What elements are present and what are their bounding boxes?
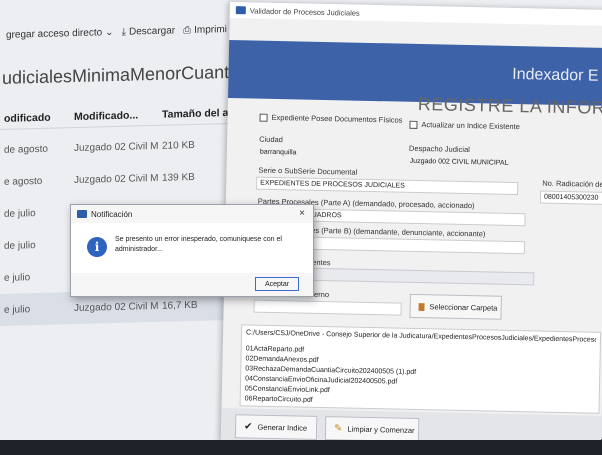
notebook-field[interactable] (253, 299, 402, 316)
select-folder-button[interactable]: ▇ Seleccionar Carpeta (409, 293, 502, 320)
filing-number-label: No. Radicación del (542, 178, 602, 189)
court-label: Despacho Judicial (408, 143, 470, 155)
row-date: de julio (4, 239, 36, 252)
row-modified-by: Juzgado 02 Civil Mi (74, 300, 158, 314)
checkbox-box (259, 113, 268, 122)
folder-path: C:/Users/CSJ/OneDrive - Consejo Superior… (246, 329, 597, 344)
city-field[interactable]: barranquilla (257, 146, 397, 162)
column-modified-by[interactable]: Modificado... (70, 108, 158, 123)
window-title: Validador de Procesos Judiciales (249, 5, 360, 18)
dialog-body: i Se presento un error inesperado, comun… (71, 223, 313, 273)
file-listbox[interactable]: C:/Users/CSJ/OneDrive - Consejo Superior… (239, 324, 602, 414)
printer-icon: ⎙ (183, 24, 192, 36)
column-size[interactable]: Tamaño del ar... (158, 106, 238, 120)
checkbox-box (409, 120, 418, 129)
select-folder-label: Seleccionar Carpeta (429, 301, 498, 313)
series-label: Serie o SubSerie Documental (258, 165, 358, 177)
print-label: Imprimi (194, 23, 227, 36)
print-button[interactable]: ⎙ Imprimi (183, 24, 227, 36)
generate-index-label: Generar Indice (257, 422, 308, 433)
generate-index-button[interactable]: ✔ Generar Indice (234, 414, 318, 440)
physical-docs-checkbox[interactable]: Expediente Posee Documentos Físicos (259, 112, 403, 125)
add-shortcut-label: gregar acceso directo (6, 26, 103, 41)
update-index-checkbox[interactable]: Actualizar un Indice Existente (409, 120, 520, 131)
notification-dialog: Notificación × i Se presento un error in… (70, 204, 314, 297)
row-modified-by: Juzgado 02 Civil Mi (74, 172, 158, 186)
series-field[interactable]: EXPEDIENTES DE PROCESOS JUDICIALES (256, 176, 519, 196)
broom-icon: ✎ (333, 422, 343, 434)
row-date: e agosto (4, 175, 43, 188)
app-icon (77, 210, 87, 218)
folder-icon: ▇ (418, 301, 425, 311)
row-date: e julio (4, 303, 31, 316)
explorer-toolbar: gregar acceso directo ⌄ ⤓ Descargar ⎙ Impri… (0, 15, 260, 48)
download-label: Descargar (128, 24, 176, 38)
clear-restart-label: Limpiar y Comenzar (347, 424, 415, 435)
checkbox-label: Actualizar un Indice Existente (421, 120, 520, 132)
breadcrumb[interactable]: udicialesMinimaMenorCuantiaJurisdiccionC… (0, 61, 250, 102)
dialog-message: Se presento un error inesperado, comuniq… (115, 236, 282, 253)
chevron-down-icon: ⌄ (105, 26, 114, 38)
info-icon: i (87, 237, 107, 257)
accept-button[interactable]: Aceptar (255, 277, 299, 291)
checkbox-label: Expediente Posee Documentos Físicos (271, 112, 403, 125)
court-field[interactable]: Juzgado 002 CIVIL MUNICIPAL (407, 155, 547, 171)
row-date: e julio (4, 271, 31, 284)
filing-number-field[interactable]: 08001405300230 (539, 190, 602, 205)
clear-restart-button[interactable]: ✎ Limpiar y Comenzar (324, 416, 420, 443)
form-title: REGISTRE LA INFORMAC (417, 93, 602, 119)
column-modified[interactable]: odificado (0, 111, 70, 125)
dialog-title: Notificación (91, 209, 133, 219)
desk-background (0, 440, 602, 455)
close-icon[interactable]: × (299, 208, 305, 219)
add-shortcut-button[interactable]: gregar acceso directo ⌄ (6, 27, 114, 41)
checkmark-icon: ✔ (244, 420, 253, 433)
app-icon (235, 6, 246, 15)
file-list-header: odificado Modificado... Tamaño del ar... (0, 101, 245, 130)
row-date: de agosto (4, 143, 48, 156)
row-modified-by: Juzgado 02 Civil Mi (74, 140, 158, 154)
banner-title: Indexador E (512, 65, 599, 85)
download-button[interactable]: ⤓ Descargar (122, 25, 176, 37)
dialog-titlebar[interactable]: Notificación × (71, 205, 313, 223)
row-date: de julio (4, 207, 36, 220)
city-label: Ciudad (259, 134, 284, 145)
download-icon: ⤓ (121, 26, 126, 38)
